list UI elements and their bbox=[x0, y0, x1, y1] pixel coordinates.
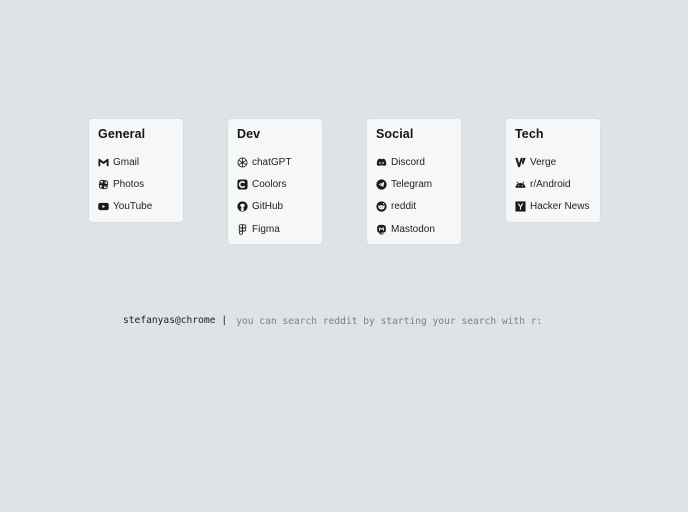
prompt-separator: | bbox=[221, 315, 228, 326]
category-card-social: Social Discord Telegram reddit Mastodon bbox=[367, 119, 461, 245]
category-card-dev: Dev chatGPT Coolors GitHub Figma bbox=[228, 119, 322, 245]
link-label: Gmail bbox=[113, 156, 140, 168]
category-card-general: General Gmail Photos YouTube bbox=[89, 119, 183, 222]
category-title: Dev bbox=[237, 127, 261, 141]
prompt-user: stefanyas@chrome bbox=[123, 315, 216, 326]
verge-icon bbox=[515, 157, 526, 168]
link-label: Telegram bbox=[391, 178, 433, 190]
telegram-icon bbox=[376, 179, 387, 190]
hackernews-icon bbox=[515, 201, 526, 212]
link-telegram[interactable]: Telegram bbox=[376, 173, 461, 195]
gmail-icon bbox=[98, 157, 109, 168]
mastodon-icon bbox=[376, 224, 387, 235]
category-title: Tech bbox=[515, 127, 544, 141]
link-youtube[interactable]: YouTube bbox=[98, 196, 183, 218]
link-label: Coolors bbox=[252, 178, 287, 190]
link-chatgpt[interactable]: chatGPT bbox=[237, 151, 322, 173]
link-discord[interactable]: Discord bbox=[376, 151, 461, 173]
category-title: General bbox=[98, 127, 146, 141]
android-icon bbox=[515, 179, 526, 190]
link-label: reddit bbox=[391, 201, 417, 213]
link-list: Gmail Photos YouTube bbox=[98, 151, 183, 218]
search-input[interactable] bbox=[236, 315, 567, 327]
openai-icon bbox=[237, 157, 248, 168]
github-icon bbox=[237, 201, 248, 212]
link-label: Discord bbox=[391, 156, 425, 168]
link-coolors[interactable]: Coolors bbox=[237, 173, 322, 195]
link-github[interactable]: GitHub bbox=[237, 196, 322, 218]
link-list: chatGPT Coolors GitHub Figma bbox=[237, 151, 322, 240]
youtube-icon bbox=[98, 201, 109, 212]
link-label: r/Android bbox=[530, 178, 571, 190]
link-mastodon[interactable]: Mastodon bbox=[376, 218, 461, 240]
link-figma[interactable]: Figma bbox=[237, 218, 322, 240]
link-label: chatGPT bbox=[252, 156, 292, 168]
link-label: Photos bbox=[113, 178, 145, 190]
link-list: Verge r/Android Hacker News bbox=[515, 151, 600, 218]
link-label: Hacker News bbox=[530, 201, 590, 213]
link-label: GitHub bbox=[252, 201, 284, 213]
link-label: Mastodon bbox=[391, 223, 435, 235]
link-list: Discord Telegram reddit Mastodon bbox=[376, 151, 461, 240]
link-reddit[interactable]: reddit bbox=[376, 196, 461, 218]
link-verge[interactable]: Verge bbox=[515, 151, 600, 173]
link-label: YouTube bbox=[113, 201, 153, 213]
link-photos[interactable]: Photos bbox=[98, 173, 183, 195]
coolors-icon bbox=[237, 179, 248, 190]
search-prompt: stefanyas@chrome | bbox=[123, 314, 567, 328]
link-label: Verge bbox=[530, 156, 557, 168]
link-label: Figma bbox=[252, 223, 280, 235]
reddit-icon bbox=[376, 201, 387, 212]
photos-icon bbox=[98, 179, 109, 190]
figma-icon bbox=[237, 223, 248, 235]
discord-icon bbox=[376, 157, 387, 168]
category-title: Social bbox=[376, 127, 414, 141]
link-r-android[interactable]: r/Android bbox=[515, 173, 600, 195]
link-hacker-news[interactable]: Hacker News bbox=[515, 196, 600, 218]
category-card-tech: Tech Verge r/Android Hacker News bbox=[506, 119, 600, 222]
link-gmail[interactable]: Gmail bbox=[98, 151, 183, 173]
